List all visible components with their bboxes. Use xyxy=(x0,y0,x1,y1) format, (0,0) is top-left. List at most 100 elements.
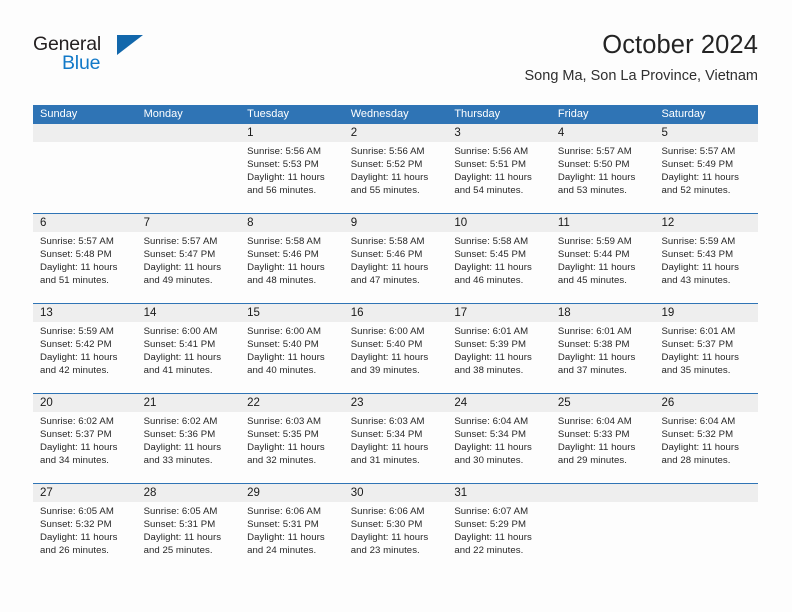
day-number[interactable]: 2 xyxy=(344,124,448,142)
day-detail-line: and 53 minutes. xyxy=(557,185,627,197)
blue-triangle-icon xyxy=(117,35,143,55)
day-cell[interactable]: Sunrise: 5:58 AM Sunset: 5:46 PM Daylight:… xyxy=(344,232,448,303)
day-number[interactable]: 7 xyxy=(137,214,241,232)
day-detail-line: Sunrise: 5:56 AM xyxy=(350,146,425,157)
day-number[interactable]: 11 xyxy=(551,214,655,232)
day-detail-line: and 43 minutes. xyxy=(661,275,731,287)
day-cell[interactable]: Sunrise: 6:02 AM Sunset: 5:37 PM Daylight:… xyxy=(33,412,137,483)
day-detail-line: Sunrise: 6:03 AM xyxy=(350,416,425,427)
day-cell-empty xyxy=(654,502,758,573)
day-cell[interactable]: Sunrise: 5:56 AM Sunset: 5:51 PM Daylight:… xyxy=(447,142,551,213)
page-title: October 2024 xyxy=(602,31,758,59)
day-number[interactable]: 1 xyxy=(240,124,344,142)
day-detail-line: Sunset: 5:29 PM xyxy=(454,519,526,531)
day-number[interactable]: 26 xyxy=(654,394,758,412)
day-number[interactable]: 16 xyxy=(344,304,448,322)
day-cell[interactable]: Sunrise: 6:00 AM Sunset: 5:40 PM Daylight:… xyxy=(344,322,448,393)
day-cell[interactable]: Sunrise: 6:00 AM Sunset: 5:41 PM Daylight:… xyxy=(137,322,241,393)
day-number[interactable]: 8 xyxy=(240,214,344,232)
day-number[interactable]: 19 xyxy=(654,304,758,322)
day-cell[interactable]: Sunrise: 6:02 AM Sunset: 5:36 PM Daylight:… xyxy=(137,412,241,483)
day-number[interactable]: 9 xyxy=(344,214,448,232)
day-cell[interactable]: Sunrise: 6:04 AM Sunset: 5:32 PM Daylight:… xyxy=(654,412,758,483)
day-detail-line: Sunrise: 6:01 AM xyxy=(454,326,529,337)
day-detail-line: Sunset: 5:31 PM xyxy=(143,519,216,531)
day-number[interactable]: 27 xyxy=(33,484,137,502)
day-cell[interactable]: Sunrise: 6:01 AM Sunset: 5:38 PM Daylight:… xyxy=(551,322,655,393)
day-number[interactable]: 17 xyxy=(447,304,551,322)
day-number[interactable]: 30 xyxy=(344,484,448,502)
day-number[interactable]: 21 xyxy=(137,394,241,412)
day-detail-line: and 32 minutes. xyxy=(247,455,317,467)
day-number[interactable]: 29 xyxy=(240,484,344,502)
day-number[interactable]: 6 xyxy=(33,214,137,232)
day-cell[interactable]: Sunrise: 5:57 AM Sunset: 5:49 PM Daylight:… xyxy=(654,142,758,213)
day-detail-line: Sunrise: 6:06 AM xyxy=(247,506,322,517)
day-detail-line: and 34 minutes. xyxy=(40,455,110,467)
day-cell-empty xyxy=(551,502,655,573)
day-detail-line: Sunrise: 6:00 AM xyxy=(143,326,218,337)
day-cell[interactable]: Sunrise: 6:03 AM Sunset: 5:35 PM Daylight:… xyxy=(240,412,344,483)
day-cell[interactable]: Sunrise: 5:57 AM Sunset: 5:47 PM Daylight:… xyxy=(137,232,241,303)
day-detail-line: Sunrise: 6:00 AM xyxy=(350,326,425,337)
day-cell[interactable]: Sunrise: 5:58 AM Sunset: 5:46 PM Daylight:… xyxy=(240,232,344,303)
day-cell[interactable]: Sunrise: 5:57 AM Sunset: 5:50 PM Daylight:… xyxy=(551,142,655,213)
week-content-band: Sunrise: 6:02 AM Sunset: 5:37 PM Daylight:… xyxy=(33,412,758,483)
day-cell[interactable]: Sunrise: 5:56 AM Sunset: 5:53 PM Daylight:… xyxy=(240,142,344,213)
day-detail-line: Sunrise: 5:58 AM xyxy=(350,236,425,247)
day-number[interactable]: 3 xyxy=(447,124,551,142)
day-cell[interactable]: Sunrise: 6:07 AM Sunset: 5:29 PM Daylight:… xyxy=(447,502,551,573)
day-number[interactable]: 13 xyxy=(33,304,137,322)
day-detail-line: Daylight: 11 hours xyxy=(557,262,636,274)
day-cell[interactable]: Sunrise: 5:56 AM Sunset: 5:52 PM Daylight:… xyxy=(344,142,448,213)
day-number[interactable]: 25 xyxy=(551,394,655,412)
day-detail-line: Daylight: 11 hours xyxy=(454,532,532,544)
day-cell[interactable]: Sunrise: 6:04 AM Sunset: 5:33 PM Daylight:… xyxy=(551,412,655,483)
day-detail-line: Sunset: 5:53 PM xyxy=(247,159,319,171)
day-number[interactable]: 23 xyxy=(344,394,448,412)
day-cell[interactable]: Sunrise: 6:00 AM Sunset: 5:40 PM Daylight:… xyxy=(240,322,344,393)
day-cell[interactable]: Sunrise: 6:04 AM Sunset: 5:34 PM Daylight:… xyxy=(447,412,551,483)
day-cell[interactable]: Sunrise: 6:01 AM Sunset: 5:37 PM Daylight:… xyxy=(654,322,758,393)
day-number[interactable]: 10 xyxy=(447,214,551,232)
day-number[interactable]: 14 xyxy=(137,304,241,322)
day-cell[interactable]: Sunrise: 6:06 AM Sunset: 5:31 PM Daylight:… xyxy=(240,502,344,573)
day-detail-line: Daylight: 11 hours xyxy=(661,352,739,364)
day-detail-line: Sunrise: 5:58 AM xyxy=(247,236,322,247)
day-number[interactable]: 12 xyxy=(654,214,758,232)
day-detail-line: Sunset: 5:41 PM xyxy=(143,339,216,351)
page-header: General Blue October 2024 Song Ma, Son L… xyxy=(0,0,792,104)
day-detail-line: Sunrise: 6:07 AM xyxy=(454,506,529,517)
day-detail-line: and 24 minutes. xyxy=(247,545,317,557)
day-cell[interactable]: Sunrise: 6:03 AM Sunset: 5:34 PM Daylight:… xyxy=(344,412,448,483)
day-number[interactable]: 15 xyxy=(240,304,344,322)
day-cell[interactable]: Sunrise: 5:58 AM Sunset: 5:45 PM Daylight:… xyxy=(447,232,551,303)
day-detail-line: Sunrise: 6:01 AM xyxy=(557,326,632,337)
day-cell[interactable]: Sunrise: 6:05 AM Sunset: 5:31 PM Daylight:… xyxy=(137,502,241,573)
day-cell[interactable]: Sunrise: 6:01 AM Sunset: 5:39 PM Daylight:… xyxy=(447,322,551,393)
day-detail-line: Sunrise: 5:57 AM xyxy=(661,146,736,157)
calendar-week-row: 13 14 15 16 17 18 19 Sunrise: 5:59 AM Sunset: 5:… xyxy=(33,303,758,393)
day-number[interactable]: 4 xyxy=(551,124,655,142)
day-number[interactable]: 20 xyxy=(33,394,137,412)
day-cell[interactable]: Sunrise: 5:59 AM Sunset: 5:42 PM Daylight:… xyxy=(33,322,137,393)
day-cell[interactable]: Sunrise: 5:59 AM Sunset: 5:43 PM Daylight:… xyxy=(654,232,758,303)
weekday-header-monday: Monday xyxy=(143,108,183,120)
day-number[interactable]: 31 xyxy=(447,484,551,502)
weekday-header-wednesday: Wednesday xyxy=(350,108,409,120)
day-detail-line: Sunrise: 6:00 AM xyxy=(247,326,322,337)
general-blue-logo[interactable]: General Blue xyxy=(33,33,173,79)
day-detail-line: Sunset: 5:46 PM xyxy=(247,249,319,261)
day-cell[interactable]: Sunrise: 6:05 AM Sunset: 5:32 PM Daylight:… xyxy=(33,502,137,573)
day-detail-line: Sunset: 5:40 PM xyxy=(350,339,423,351)
day-number[interactable]: 24 xyxy=(447,394,551,412)
week-content-band: Sunrise: 5:57 AM Sunset: 5:48 PM Daylight:… xyxy=(33,232,758,303)
day-cell[interactable]: Sunrise: 5:59 AM Sunset: 5:44 PM Daylight:… xyxy=(551,232,655,303)
day-number[interactable]: 5 xyxy=(654,124,758,142)
day-number[interactable]: 22 xyxy=(240,394,344,412)
day-cell[interactable]: Sunrise: 5:57 AM Sunset: 5:48 PM Daylight:… xyxy=(33,232,137,303)
day-number[interactable]: 18 xyxy=(551,304,655,322)
day-cell[interactable]: Sunrise: 6:06 AM Sunset: 5:30 PM Daylight:… xyxy=(344,502,448,573)
day-number[interactable]: 28 xyxy=(137,484,241,502)
day-detail-line: Daylight: 11 hours xyxy=(40,532,118,544)
